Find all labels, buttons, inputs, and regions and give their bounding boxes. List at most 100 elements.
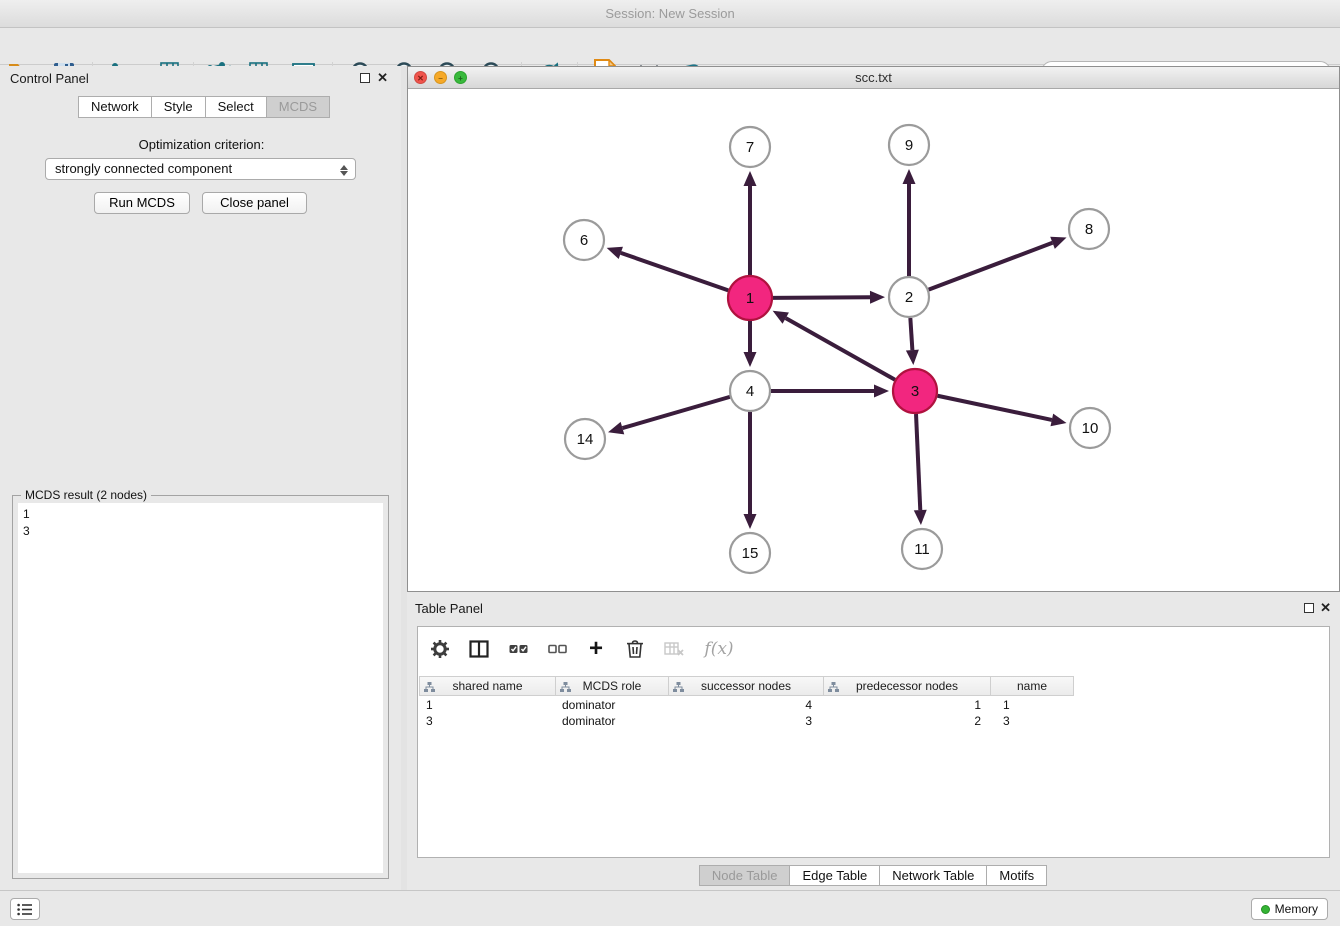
graph-edge-4-14[interactable]	[622, 397, 729, 428]
tab-network[interactable]: Network	[78, 96, 152, 118]
graph-arrowhead	[903, 169, 916, 184]
svg-text:14: 14	[577, 431, 594, 448]
graph-arrowhead	[914, 510, 927, 525]
tab-network-table[interactable]: Network Table	[879, 865, 987, 886]
column-header-predecessor-nodes[interactable]: predecessor nodes	[823, 676, 991, 696]
clear-table-button[interactable]	[663, 637, 685, 661]
graph-edge-2-8[interactable]	[929, 243, 1053, 290]
graph-arrowhead	[1050, 237, 1066, 249]
mcds-result-title: MCDS result (2 nodes)	[21, 488, 151, 502]
show-columns-button[interactable]	[468, 637, 490, 661]
table-panel-title: Table Panel	[415, 601, 483, 616]
network-window-titlebar: ✕ − + scc.txt	[408, 67, 1339, 89]
cell-name[interactable]: 1	[994, 697, 1078, 713]
memory-status-icon	[1261, 905, 1270, 914]
memory-label: Memory	[1275, 902, 1318, 916]
network-window-title: scc.txt	[855, 70, 892, 85]
run-mcds-button[interactable]: Run MCDS	[94, 192, 190, 214]
cell-successor-nodes[interactable]: 4	[670, 697, 826, 713]
column-header-successor-nodes[interactable]: successor nodes	[668, 676, 824, 696]
graph-node-1[interactable]: 1	[728, 276, 772, 320]
function-icon: f(x)	[704, 639, 733, 659]
graph-node-2[interactable]: 2	[889, 277, 929, 317]
cell-mcds-role[interactable]: dominator	[556, 713, 670, 729]
mcds-result-list[interactable]: 1 3	[18, 503, 383, 873]
float-panel-icon[interactable]	[360, 73, 370, 83]
column-label: shared name	[452, 679, 522, 693]
float-panel-icon[interactable]	[1304, 603, 1314, 613]
minimize-window-icon[interactable]: −	[434, 71, 447, 84]
cell-mcds-role[interactable]: dominator	[556, 697, 670, 713]
graph-node-10[interactable]: 10	[1070, 408, 1110, 448]
svg-text:11: 11	[914, 541, 930, 558]
apply-function-button[interactable]: f(x)	[702, 637, 736, 661]
cell-name[interactable]: 3	[994, 713, 1078, 729]
tab-node-table[interactable]: Node Table	[699, 865, 791, 886]
close-window-icon[interactable]: ✕	[414, 71, 427, 84]
memory-button[interactable]: Memory	[1251, 898, 1328, 920]
column-header-shared-name[interactable]: shared name	[419, 676, 556, 696]
table-row[interactable]: 3 dominator 3 2 3	[419, 713, 1078, 729]
unselect-all-button[interactable]	[546, 637, 568, 661]
table-panel-tabs: Node Table Edge Table Network Table Moti…	[407, 865, 1340, 886]
columns-icon	[469, 640, 489, 658]
table-panel: Table Panel ✕	[407, 596, 1340, 890]
svg-text:15: 15	[742, 545, 759, 562]
column-label: successor nodes	[701, 679, 791, 693]
graph-node-8[interactable]: 8	[1069, 209, 1109, 249]
tab-mcds[interactable]: MCDS	[266, 96, 330, 118]
unselect-all-icon	[548, 642, 567, 656]
criterion-select[interactable]: strongly connected component	[45, 158, 356, 180]
cell-shared-name[interactable]: 3	[419, 713, 556, 729]
tab-select[interactable]: Select	[205, 96, 267, 118]
graph-arrowhead	[870, 291, 885, 304]
table-options-button[interactable]	[429, 637, 451, 661]
maximize-window-icon[interactable]: +	[454, 71, 467, 84]
close-panel-icon[interactable]: ✕	[377, 70, 388, 86]
add-row-button[interactable]: +	[585, 637, 607, 661]
status-bar: Memory	[0, 890, 1340, 926]
graph-arrowhead	[744, 171, 757, 186]
graph-node-15[interactable]: 15	[730, 533, 770, 573]
result-node: 3	[23, 523, 378, 540]
graph-node-11[interactable]: 11	[902, 529, 942, 569]
column-header-mcds-role[interactable]: MCDS role	[555, 676, 669, 696]
list-icon	[17, 903, 33, 916]
delete-rows-button[interactable]	[624, 637, 646, 661]
cell-shared-name[interactable]: 1	[419, 697, 556, 713]
graph-node-9[interactable]: 9	[889, 125, 929, 165]
task-history-button[interactable]	[10, 898, 40, 920]
table-row[interactable]: 1 dominator 4 1 1	[419, 697, 1078, 713]
network-view-window: ✕ − + scc.txt 1 2 3 4 6 7 8 9 10 11 14 15	[407, 66, 1340, 592]
svg-text:4: 4	[746, 383, 754, 400]
tab-edge-table[interactable]: Edge Table	[789, 865, 880, 886]
cell-predecessor-nodes[interactable]: 1	[826, 697, 994, 713]
column-label: name	[1017, 679, 1047, 693]
graph-edge-1-2[interactable]	[773, 297, 870, 298]
plus-icon: +	[589, 638, 603, 660]
graph-edge-2-3[interactable]	[910, 318, 912, 350]
column-header-name[interactable]: name	[990, 676, 1074, 696]
select-all-icon	[509, 642, 528, 656]
network-canvas[interactable]: 1 2 3 4 6 7 8 9 10 11 14 15	[408, 89, 1339, 591]
graph-edge-3-11[interactable]	[916, 414, 920, 510]
select-all-button[interactable]	[507, 637, 529, 661]
graph-node-7[interactable]: 7	[730, 127, 770, 167]
graph-node-14[interactable]: 14	[565, 419, 605, 459]
close-panel-button[interactable]: Close panel	[202, 192, 307, 214]
close-panel-icon[interactable]: ✕	[1320, 600, 1331, 616]
tab-motifs[interactable]: Motifs	[986, 865, 1047, 886]
control-panel: Control Panel ✕ Network Style Select MCD…	[2, 66, 401, 890]
window-titlebar: Session: New Session	[0, 0, 1340, 28]
tab-style[interactable]: Style	[151, 96, 206, 118]
cell-predecessor-nodes[interactable]: 2	[826, 713, 994, 729]
cell-successor-nodes[interactable]: 3	[670, 713, 826, 729]
gear-icon	[430, 639, 450, 659]
graph-node-3[interactable]: 3	[893, 369, 937, 413]
svg-text:1: 1	[746, 290, 754, 307]
graph-edge-3-10[interactable]	[938, 396, 1052, 420]
graph-node-6[interactable]: 6	[564, 220, 604, 260]
graph-node-4[interactable]: 4	[730, 371, 770, 411]
graph-edge-1-6[interactable]	[621, 253, 728, 291]
graph-edge-3-1[interactable]	[786, 318, 895, 380]
